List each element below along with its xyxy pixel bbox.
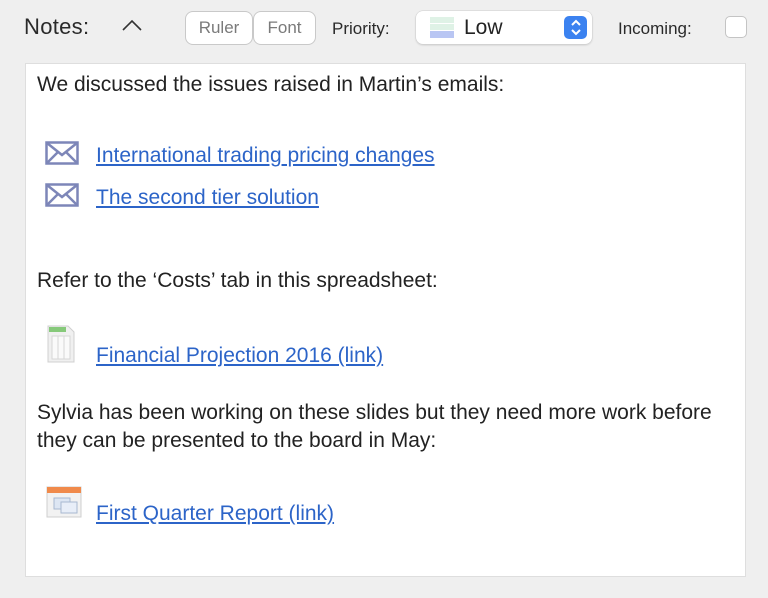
spreadsheet-file-icon bbox=[45, 324, 77, 369]
up-down-stepper-icon[interactable] bbox=[564, 16, 587, 39]
slides-text: Sylvia has been working on these slides … bbox=[37, 401, 712, 452]
chevron-up-icon[interactable] bbox=[121, 18, 143, 34]
envelope-icon bbox=[45, 183, 79, 212]
notes-title: Notes: bbox=[24, 14, 90, 39]
email-link-second-tier[interactable]: The second tier solution bbox=[96, 186, 319, 210]
priority-value: Low bbox=[464, 16, 503, 39]
intro-text: We discussed the issues raised in Martin… bbox=[37, 73, 505, 96]
notes-header: Notes: Ruler Font Priority: Low Incoming… bbox=[0, 0, 768, 58]
email-link-international-trading[interactable]: International trading pricing changes bbox=[96, 144, 435, 168]
spreadsheet-link[interactable]: Financial Projection 2016 (link) bbox=[96, 344, 383, 368]
presentation-link[interactable]: First Quarter Report (link) bbox=[96, 502, 334, 526]
priority-swatch-icon bbox=[430, 17, 454, 38]
ruler-button[interactable]: Ruler bbox=[185, 11, 253, 45]
envelope-icon bbox=[45, 141, 79, 170]
presentation-file-icon bbox=[45, 484, 85, 525]
priority-label: Priority: bbox=[332, 19, 390, 38]
incoming-label: Incoming: bbox=[618, 19, 692, 38]
notes-text-area[interactable]: We discussed the issues raised in Martin… bbox=[25, 63, 746, 577]
priority-select[interactable]: Low bbox=[416, 11, 592, 44]
font-button[interactable]: Font bbox=[253, 11, 316, 45]
costs-text: Refer to the ‘Costs’ tab in this spreads… bbox=[37, 269, 438, 292]
incoming-checkbox[interactable] bbox=[725, 16, 747, 38]
